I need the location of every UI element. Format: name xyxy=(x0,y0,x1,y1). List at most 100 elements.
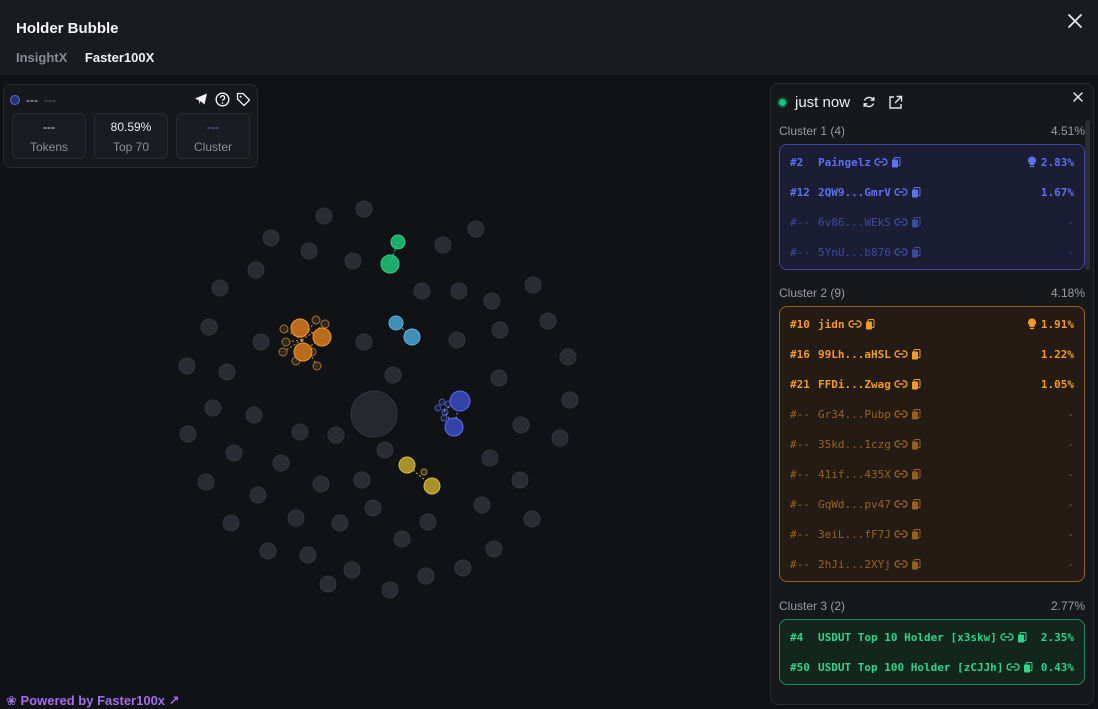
cluster-2-bubble[interactable] xyxy=(290,318,310,338)
holder-address[interactable]: 99Lh...aHSL xyxy=(818,348,891,361)
cluster-2-bubble[interactable] xyxy=(311,315,321,325)
holder-bubble[interactable] xyxy=(355,200,373,218)
tab-faster100x[interactable]: Faster100X xyxy=(85,50,154,65)
cluster-1-bubble[interactable] xyxy=(438,398,446,406)
holder-bubble[interactable] xyxy=(483,292,501,310)
link-icon[interactable] xyxy=(847,319,862,329)
cluster-2-bubble[interactable] xyxy=(279,324,289,334)
panel-close-icon[interactable] xyxy=(1071,90,1085,109)
holder-row[interactable]: #4 USDUT Top 10 Holder [x3skw] 2.35% xyxy=(790,627,1074,647)
copy-icon[interactable] xyxy=(865,318,875,330)
holder-row[interactable]: #50 USDUT Top 100 Holder [zCJJh] 0.43% xyxy=(790,657,1074,677)
holder-bubble[interactable] xyxy=(481,449,499,467)
panel-scrollbar[interactable] xyxy=(1085,120,1090,270)
holder-bubble[interactable] xyxy=(419,513,437,531)
copy-icon[interactable] xyxy=(911,378,921,390)
holder-bubble[interactable] xyxy=(384,366,402,384)
holder-bubble[interactable] xyxy=(454,559,472,577)
holder-address[interactable]: jidn xyxy=(818,318,845,331)
holder-bubble[interactable] xyxy=(381,581,399,599)
link-icon[interactable] xyxy=(894,247,908,257)
holder-bubble[interactable] xyxy=(327,426,345,444)
close-icon[interactable] xyxy=(1064,10,1086,32)
link-icon[interactable] xyxy=(894,499,908,509)
holder-bubble[interactable] xyxy=(417,567,435,585)
holder-bubble[interactable] xyxy=(491,321,509,339)
copy-icon[interactable] xyxy=(911,468,921,480)
holder-row[interactable]: #21 FFDi...Zwag 1.05% xyxy=(790,374,1074,394)
tab-insightx[interactable]: InsightX xyxy=(16,50,67,65)
holder-row[interactable]: #-- 6v86...WEkS - xyxy=(790,212,1074,232)
copy-icon[interactable] xyxy=(891,156,901,168)
copy-icon[interactable] xyxy=(911,528,921,540)
powered-by-link[interactable]: ❀ Powered by Faster100x ↗ xyxy=(6,693,180,709)
cluster-2-bubble[interactable] xyxy=(312,327,332,347)
telegram-icon[interactable] xyxy=(193,91,209,107)
copy-icon[interactable] xyxy=(911,246,921,258)
cluster-bubble[interactable] xyxy=(398,456,416,474)
holder-bubble[interactable] xyxy=(222,514,240,532)
holder-bubble[interactable] xyxy=(524,276,542,294)
link-icon[interactable] xyxy=(894,559,908,569)
refresh-icon[interactable] xyxy=(862,95,876,109)
holder-address[interactable]: 5YnU...b876 xyxy=(818,246,891,259)
holder-address[interactable]: USDUT Top 10 Holder [x3skw] xyxy=(818,631,997,644)
holder-row[interactable]: #-- 3eiL...fF7J - xyxy=(790,524,1074,544)
holder-address[interactable]: GqWd...pv47 xyxy=(818,498,891,511)
cluster-1-bubble[interactable] xyxy=(449,390,471,412)
holder-bubble[interactable] xyxy=(299,546,317,564)
holder-bubble[interactable] xyxy=(312,475,330,493)
holder-bubble[interactable] xyxy=(448,331,466,349)
holder-row[interactable]: #2 Paingelz 2.83% xyxy=(790,152,1074,172)
holder-bubble[interactable] xyxy=(343,561,361,579)
cluster-2-bubble[interactable] xyxy=(293,342,313,362)
holder-bubble[interactable] xyxy=(559,348,577,366)
holder-address[interactable]: 2QW9...GmrV xyxy=(818,186,891,199)
holder-bubble[interactable] xyxy=(262,229,280,247)
cluster-bubble[interactable] xyxy=(423,477,441,495)
holder-bubble[interactable] xyxy=(353,471,371,489)
link-icon[interactable] xyxy=(894,187,908,197)
link-icon[interactable] xyxy=(894,349,908,359)
linked-bubble[interactable] xyxy=(388,315,404,331)
holder-bubble[interactable] xyxy=(197,473,215,491)
link-icon[interactable] xyxy=(894,379,908,389)
link-icon[interactable] xyxy=(894,529,908,539)
holder-bubble[interactable] xyxy=(319,575,337,593)
holder-row[interactable]: #10 jidn 1.91% xyxy=(790,314,1074,334)
holder-address[interactable]: Paingelz xyxy=(818,156,871,169)
holder-bubble[interactable] xyxy=(450,282,468,300)
holder-bubble[interactable] xyxy=(539,312,557,330)
link-icon[interactable] xyxy=(894,439,908,449)
holder-bubble[interactable] xyxy=(249,486,267,504)
holder-row[interactable]: #-- GqWd...pv47 - xyxy=(790,494,1074,514)
holder-row[interactable]: #-- 35kd...1czg - xyxy=(790,434,1074,454)
holder-bubble[interactable] xyxy=(259,542,277,560)
copy-icon[interactable] xyxy=(911,408,921,420)
cluster-1-bubble[interactable] xyxy=(440,414,448,422)
holder-bubble[interactable] xyxy=(287,509,305,527)
copy-icon[interactable] xyxy=(911,438,921,450)
link-icon[interactable] xyxy=(1006,662,1021,672)
link-icon[interactable] xyxy=(894,469,908,479)
holder-bubble[interactable] xyxy=(485,540,503,558)
holder-bubble[interactable] xyxy=(434,236,452,254)
holder-bubble[interactable] xyxy=(561,391,579,409)
link-icon[interactable] xyxy=(894,409,908,419)
holder-bubble[interactable] xyxy=(523,510,541,528)
holder-bubble[interactable] xyxy=(179,425,197,443)
holder-bubble[interactable] xyxy=(300,242,318,260)
holder-row[interactable]: #12 2QW9...GmrV 1.67% xyxy=(790,182,1074,202)
cluster-bubble[interactable] xyxy=(420,468,428,476)
holder-bubble[interactable] xyxy=(218,363,236,381)
holder-row[interactable]: #-- 2hJi...2XYj - xyxy=(790,554,1074,574)
holder-row[interactable]: #-- 41if...435X - xyxy=(790,464,1074,484)
holder-bubble[interactable] xyxy=(211,279,229,297)
cluster-2-bubble[interactable] xyxy=(312,361,322,371)
cluster-1-bubble[interactable] xyxy=(434,404,442,412)
holder-address[interactable]: 41if...435X xyxy=(818,468,891,481)
holder-bubble[interactable] xyxy=(315,207,333,225)
copy-icon[interactable] xyxy=(1017,631,1027,643)
holder-address[interactable]: 35kd...1czg xyxy=(818,438,891,451)
link-icon[interactable] xyxy=(874,157,888,167)
